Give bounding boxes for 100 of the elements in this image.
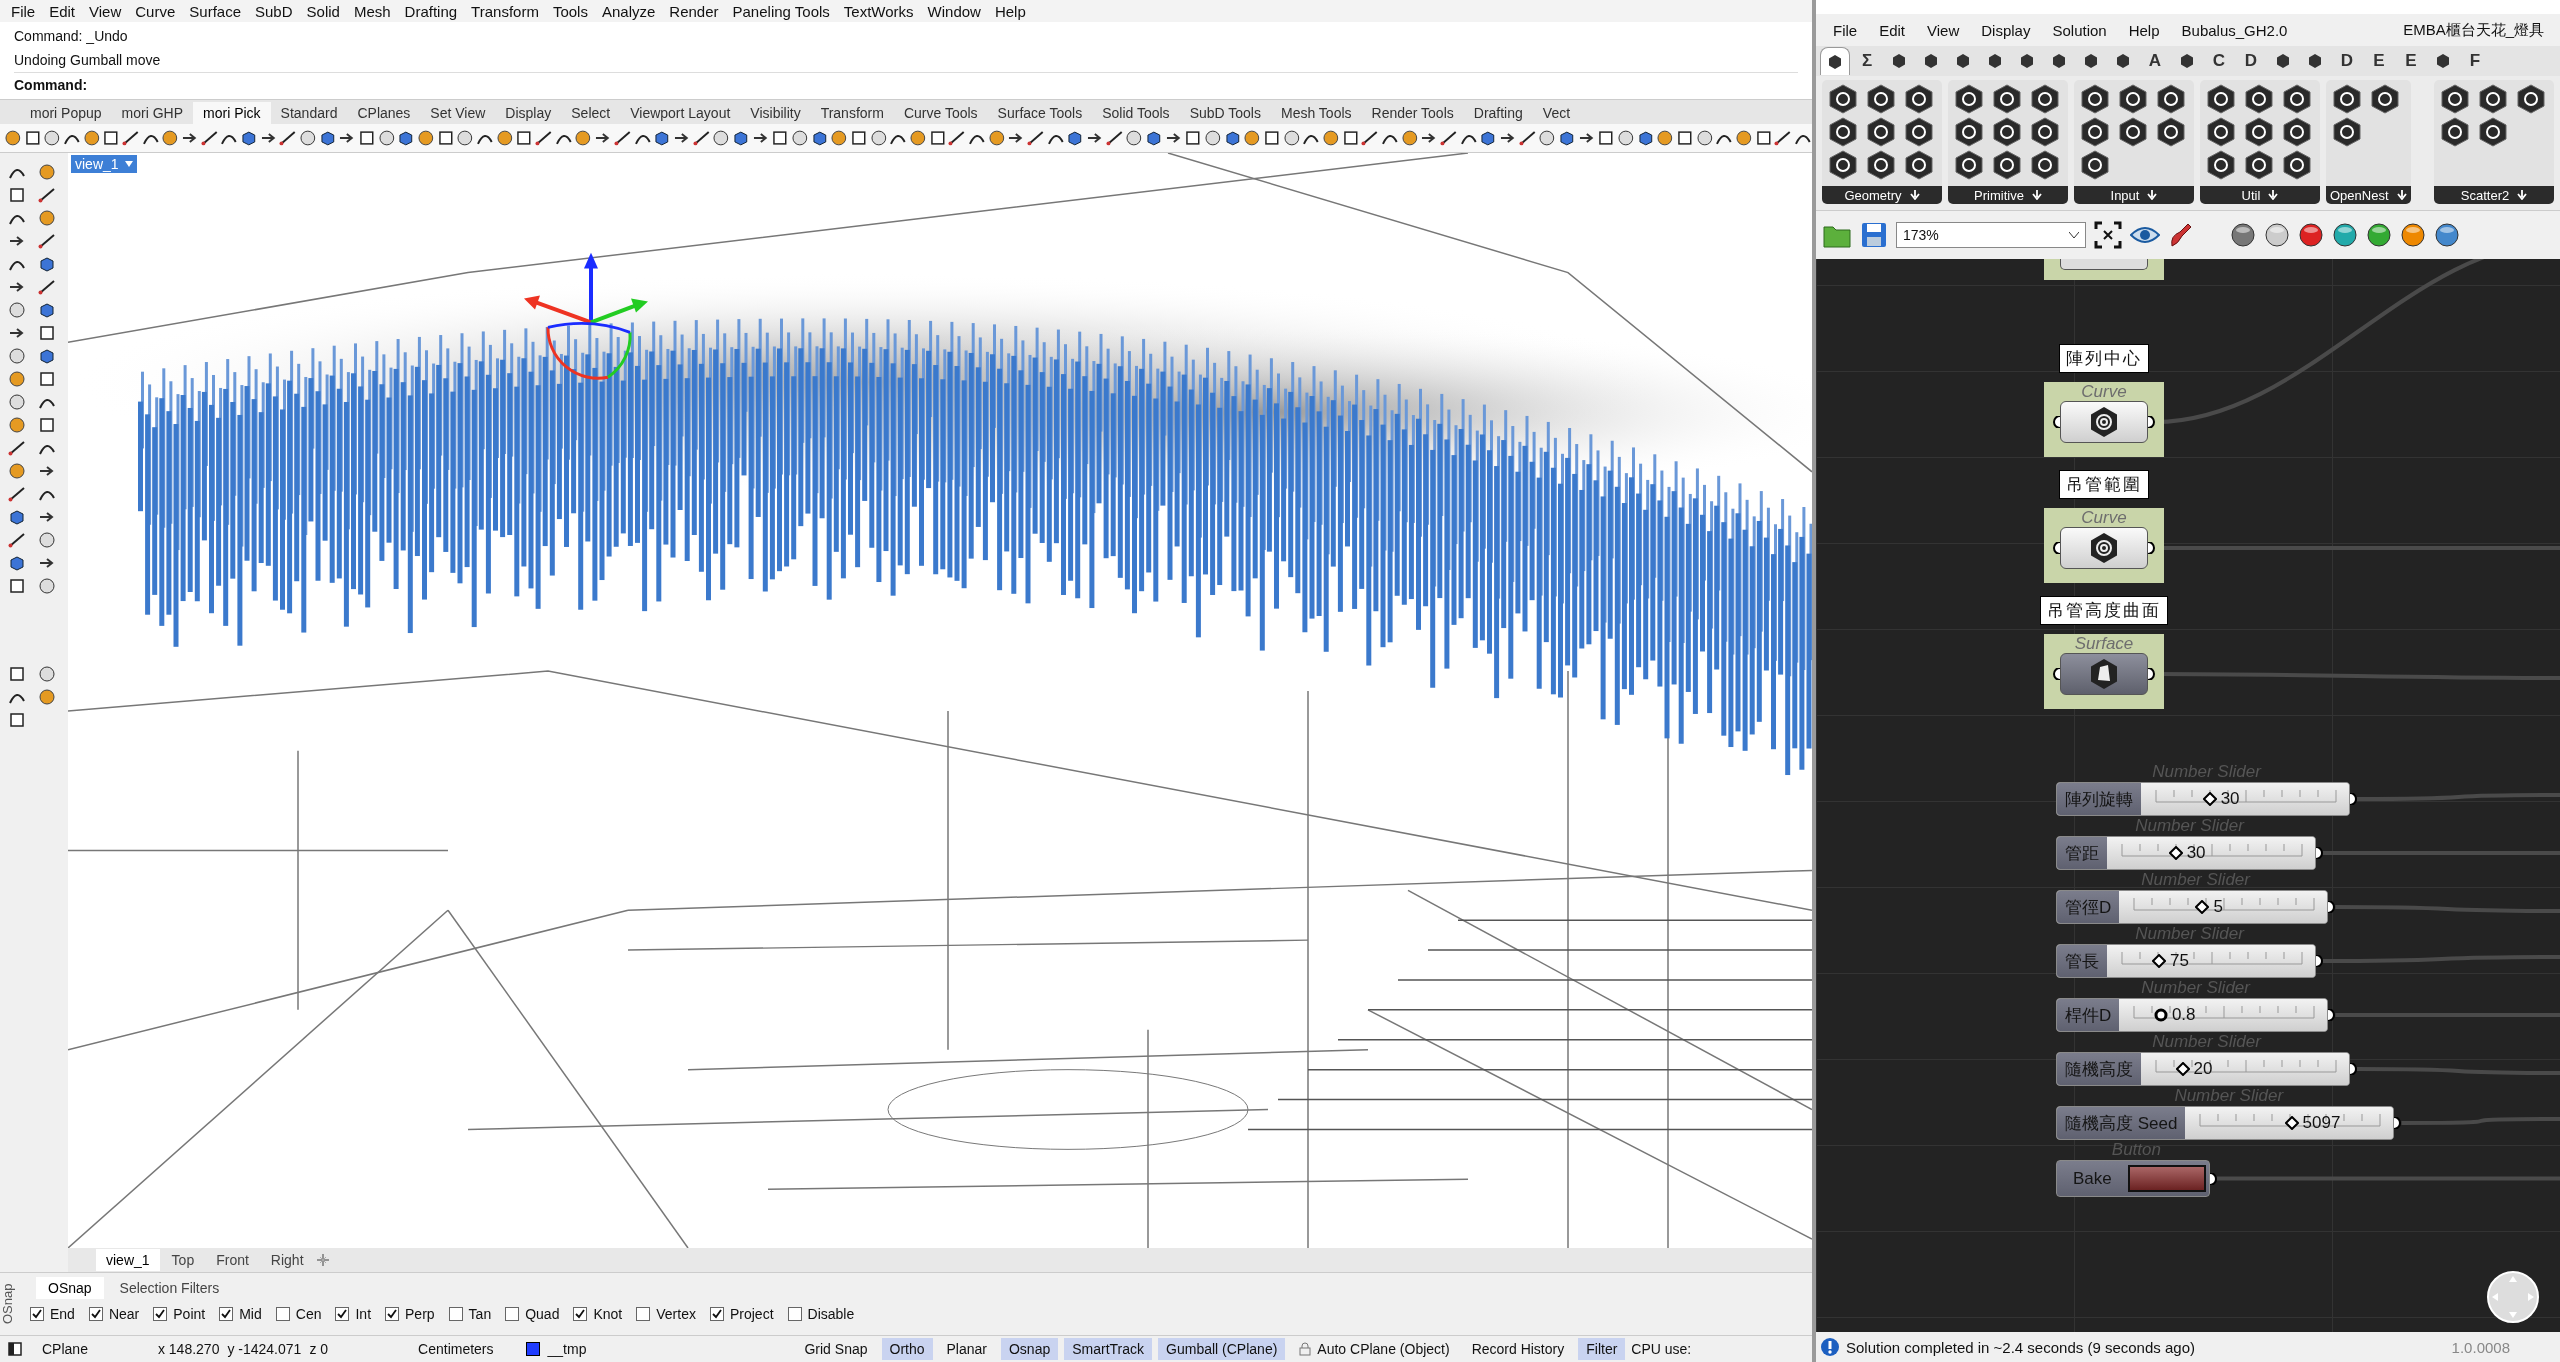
sphere-icon[interactable] <box>1282 129 1301 147</box>
output-port[interactable] <box>2328 1009 2336 1021</box>
input-port[interactable] <box>2053 542 2060 554</box>
menu-item[interactable]: Analyze <box>594 2 663 20</box>
toolbar-tab[interactable]: Set View <box>420 102 496 124</box>
menu-item[interactable]: View <box>82 2 129 20</box>
square-icon[interactable] <box>8 711 26 729</box>
line-icon[interactable] <box>1026 129 1045 147</box>
menu-item[interactable]: File <box>4 2 43 20</box>
sphere-icon[interactable] <box>1125 129 1143 147</box>
ribbon-tab[interactable]: Σ <box>1852 47 1882 75</box>
sphere-icon[interactable] <box>8 462 26 480</box>
sphere-icon[interactable] <box>161 129 180 147</box>
units-label[interactable]: Centimeters <box>418 1341 494 1357</box>
menu-item[interactable]: Drafting <box>397 2 465 20</box>
line-icon[interactable] <box>1105 129 1124 147</box>
checkbox[interactable] <box>709 1307 724 1321</box>
toolbar-tab[interactable]: Vect <box>1532 102 1581 124</box>
sphere-icon[interactable] <box>1617 129 1635 147</box>
sphere-icon[interactable] <box>869 129 888 147</box>
square-icon[interactable] <box>38 324 56 342</box>
hexagon-icon[interactable] <box>2206 150 2236 180</box>
line-icon[interactable] <box>38 278 56 296</box>
ribbon-tab[interactable]: D <box>2332 47 2362 75</box>
toolbar-tab[interactable]: Curve Tools <box>893 102 988 124</box>
toolbar-tab[interactable]: Render Tools <box>1361 102 1464 124</box>
expand-arrow-icon[interactable] <box>2147 190 2158 200</box>
gumball-drawing[interactable] <box>524 252 648 380</box>
ribbon-tab[interactable]: E <box>2364 47 2394 75</box>
toolbar-tab[interactable]: Standard <box>270 102 348 124</box>
number-slider[interactable]: 管長 75 <box>2056 944 2316 978</box>
hexagon-icon[interactable] <box>2206 117 2236 147</box>
square-icon[interactable] <box>8 665 26 683</box>
hexagon-icon[interactable] <box>2156 117 2186 147</box>
square-icon[interactable] <box>1341 129 1360 147</box>
checkbox[interactable] <box>385 1307 400 1321</box>
menu-item[interactable]: Edit <box>1868 21 1917 39</box>
hexagon-icon[interactable] <box>1954 84 1984 114</box>
hexagon-icon[interactable] <box>1866 150 1896 180</box>
ribbon-tab[interactable] <box>1820 47 1850 75</box>
hexagon-icon[interactable] <box>1992 84 2022 114</box>
sphere-icon[interactable] <box>299 129 317 147</box>
line-icon[interactable] <box>8 485 26 503</box>
toolbar-tab[interactable]: Solid Tools <box>1092 102 1180 124</box>
checkbox[interactable] <box>30 1307 44 1321</box>
ribbon-tab[interactable]: E <box>2396 47 2426 75</box>
panel-tab[interactable]: Selection Filters <box>107 1277 232 1299</box>
hexagon-icon[interactable] <box>2332 84 2362 114</box>
input-port[interactable] <box>2053 416 2060 428</box>
line-icon[interactable] <box>1774 129 1793 147</box>
hexagon-icon[interactable] <box>2156 84 2186 114</box>
sphere-icon[interactable] <box>38 688 56 706</box>
square-icon[interactable] <box>23 129 42 147</box>
hexagon-icon[interactable] <box>1866 84 1896 114</box>
sphere-icon[interactable] <box>417 129 435 147</box>
square-icon[interactable] <box>436 129 455 147</box>
status-toggle[interactable]: Auto CPlane (Object) <box>1291 1338 1458 1360</box>
square-icon[interactable] <box>38 370 56 388</box>
sphere-icon[interactable] <box>8 301 26 319</box>
hanging-pipes-drawing[interactable] <box>138 318 1812 776</box>
layer-color-swatch[interactable] <box>525 1342 540 1356</box>
sphere-icon[interactable] <box>830 129 848 147</box>
output-port[interactable] <box>2148 416 2155 428</box>
toolbar-tab[interactable]: Transform <box>810 102 894 124</box>
line-icon[interactable] <box>613 129 632 147</box>
checkbox[interactable] <box>153 1307 168 1321</box>
square-icon[interactable] <box>1263 129 1281 147</box>
square-icon[interactable] <box>1184 129 1202 147</box>
sphere-icon[interactable] <box>43 129 61 147</box>
toolbar-tab[interactable]: Surface Tools <box>987 102 1093 124</box>
sphere-icon[interactable] <box>1538 129 1557 147</box>
sphere-icon[interactable] <box>987 129 1006 147</box>
checkbox[interactable] <box>636 1307 651 1321</box>
checkbox[interactable] <box>787 1307 802 1321</box>
hexagon-icon[interactable] <box>2118 117 2148 147</box>
sphere-icon[interactable] <box>790 129 809 147</box>
number-slider[interactable]: 隨機高度 Seed 5097 <box>2056 1106 2395 1140</box>
sphere-icon[interactable] <box>38 163 56 181</box>
status-toggle[interactable]: Grid Snap <box>796 1338 876 1360</box>
hexagon-icon[interactable] <box>2478 117 2508 147</box>
layer-name[interactable]: __tmp <box>547 1341 587 1357</box>
line-icon[interactable] <box>38 232 56 250</box>
hexagon-icon[interactable] <box>2282 84 2312 114</box>
hexagon-icon[interactable] <box>1954 117 1984 147</box>
sphere-icon[interactable] <box>908 129 927 147</box>
ribbon-tab[interactable]: C <box>2204 47 2234 75</box>
menu-item[interactable]: Solid <box>299 2 347 20</box>
menu-item[interactable]: Display <box>1970 21 2042 39</box>
number-slider[interactable]: 桿件D 0.8 <box>2056 998 2329 1032</box>
sphere-icon[interactable] <box>82 129 101 147</box>
panel-tab[interactable]: OSnap <box>36 1277 104 1299</box>
sphere-icon[interactable] <box>377 129 396 147</box>
hexagon-icon[interactable] <box>2030 84 2060 114</box>
slider-handle[interactable] <box>2152 954 2166 968</box>
square-icon[interactable] <box>1676 129 1694 147</box>
square-icon[interactable] <box>358 129 376 147</box>
line-icon[interactable] <box>1440 129 1458 147</box>
sphere-icon[interactable] <box>1656 129 1675 147</box>
hexagon-icon[interactable] <box>1954 150 1984 180</box>
output-port[interactable] <box>2316 955 2323 967</box>
